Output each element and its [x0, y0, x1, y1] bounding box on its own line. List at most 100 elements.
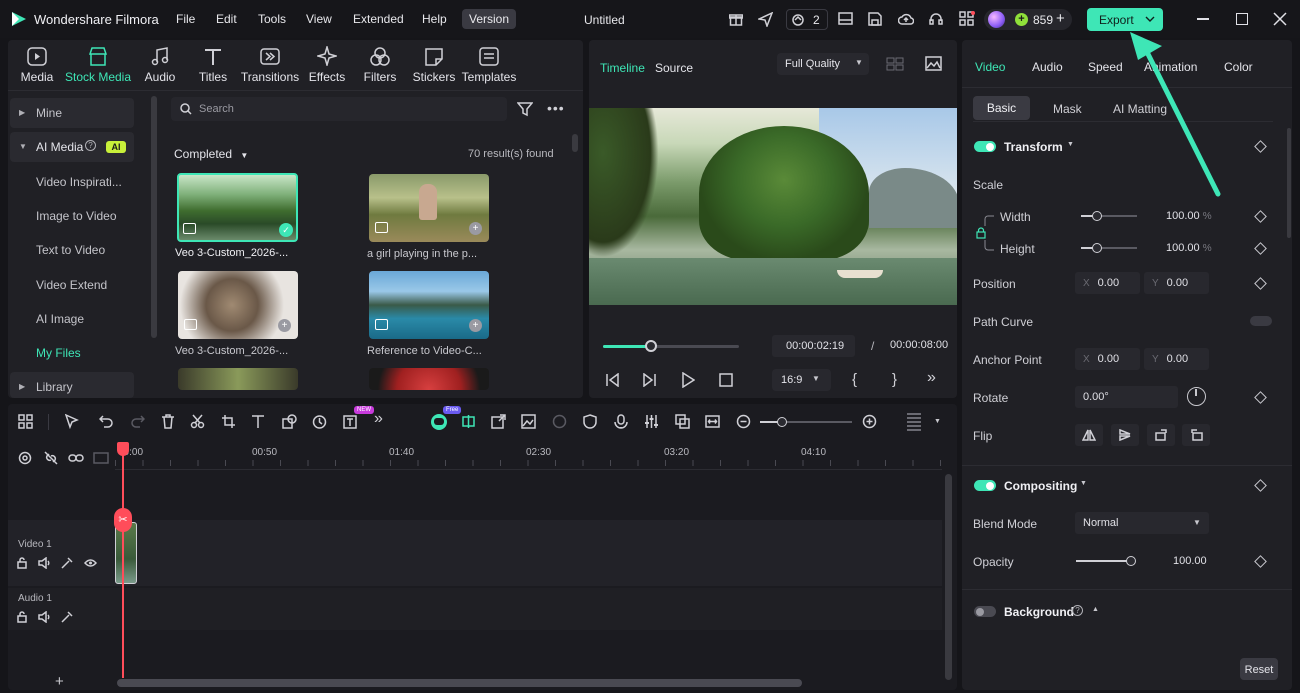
menu-tools[interactable]: Tools: [258, 12, 286, 26]
microphone-icon[interactable]: [614, 414, 628, 429]
next-frame-icon[interactable]: [643, 373, 657, 387]
avatar[interactable]: [988, 11, 1005, 28]
zoom-in-icon[interactable]: [862, 414, 877, 429]
add-icon[interactable]: +: [278, 319, 291, 332]
link-icon[interactable]: [68, 451, 84, 465]
blend-mode-dropdown[interactable]: Normal ▼: [1075, 512, 1209, 534]
height-value[interactable]: 100.00 %: [1166, 242, 1212, 254]
thumb-girl-playing[interactable]: +: [369, 174, 489, 242]
sidebar-item-ai-image[interactable]: AI Image: [10, 304, 134, 334]
stop-icon[interactable]: [719, 373, 733, 387]
timeline-hscrollbar[interactable]: [117, 679, 802, 687]
sidebar-item-video-inspiration[interactable]: Video Inspirati...: [10, 167, 134, 197]
position-y-field[interactable]: Y 0.00: [1144, 272, 1209, 294]
tab-filters[interactable]: Filters: [350, 44, 410, 86]
layout-grid-icon[interactable]: [18, 414, 33, 429]
sidebar-scrollbar[interactable]: [151, 96, 157, 338]
sidebar-item-video-extend[interactable]: Video Extend: [10, 270, 134, 300]
shapes-icon[interactable]: [282, 414, 297, 429]
undo-icon[interactable]: [99, 414, 114, 429]
add-icon[interactable]: +: [469, 222, 482, 235]
subtab-mask[interactable]: Mask: [1053, 102, 1082, 116]
unlink-icon[interactable]: [44, 451, 58, 465]
search-box[interactable]: Search: [171, 97, 507, 121]
select-cursor-icon[interactable]: [65, 414, 80, 429]
sidebar-item-mine[interactable]: ▶ Mine: [10, 98, 134, 128]
headset-icon[interactable]: [929, 12, 943, 26]
flip-horizontal-button[interactable]: [1075, 424, 1103, 446]
results-scrollbar[interactable]: [572, 134, 578, 152]
compositing-toggle[interactable]: [974, 480, 996, 491]
opacity-value[interactable]: 100.00: [1173, 555, 1207, 567]
preview-video-frame[interactable]: [589, 108, 957, 305]
sidebar-item-text-to-video[interactable]: Text to Video: [10, 235, 134, 265]
split-scissors-icon[interactable]: [190, 414, 205, 429]
rotate-left-button[interactable]: [1182, 424, 1210, 446]
ai-text-icon[interactable]: [343, 414, 358, 429]
compositing-section-title[interactable]: Compositing: [1004, 479, 1077, 493]
track-audio-icon[interactable]: [38, 557, 51, 569]
shield-icon[interactable]: [583, 414, 597, 429]
tab-source-preview[interactable]: Source: [655, 61, 693, 75]
chevron-down-icon[interactable]: ▼: [1080, 480, 1087, 487]
more-tools-icon[interactable]: »: [374, 410, 383, 428]
credits-pill[interactable]: + 859 +: [984, 9, 1072, 30]
send-icon[interactable]: [758, 12, 773, 27]
rotate-field[interactable]: 0.00°: [1075, 386, 1178, 408]
height-slider-knob[interactable]: [1092, 243, 1102, 253]
playhead-handle[interactable]: [117, 442, 129, 456]
track-lock-icon[interactable]: [16, 557, 28, 569]
help-circle-icon[interactable]: ?: [1072, 605, 1083, 616]
thumb-jungle-island[interactable]: ✓: [177, 173, 298, 242]
background-section-title[interactable]: Background: [1004, 605, 1074, 619]
speed-timer-icon[interactable]: [312, 414, 327, 429]
more-controls-icon[interactable]: »: [927, 369, 936, 387]
thumb-karst-lake[interactable]: +: [369, 271, 489, 339]
menu-version[interactable]: Version: [462, 9, 517, 29]
tab-titles[interactable]: Titles: [183, 44, 243, 86]
reset-button[interactable]: Reset: [1240, 658, 1278, 680]
quality-dropdown[interactable]: Full Quality ▼: [777, 53, 869, 75]
lock-icon[interactable]: [976, 227, 986, 239]
menu-view[interactable]: View: [306, 12, 332, 26]
tab-templates[interactable]: Templates: [459, 44, 519, 86]
rotate-right-button[interactable]: [1147, 424, 1175, 446]
filter-icon[interactable]: [517, 101, 533, 117]
zoom-out-icon[interactable]: [736, 414, 751, 429]
layout-icon[interactable]: [838, 12, 853, 26]
subtab-basic[interactable]: Basic: [973, 96, 1030, 120]
tab-stickers[interactable]: Stickers: [404, 44, 464, 86]
tab-audio[interactable]: Audio: [130, 44, 190, 86]
playhead-split-scissors-icon[interactable]: ✂: [114, 508, 132, 532]
track-settings-gear-icon[interactable]: [18, 451, 32, 465]
tab-stock-media[interactable]: Stock Media: [62, 44, 134, 86]
aspect-ratio-dropdown[interactable]: 16:9 ▼: [772, 369, 831, 391]
tab-transitions[interactable]: Transitions: [238, 44, 302, 86]
mark-out-icon[interactable]: }: [892, 371, 897, 388]
menu-extended[interactable]: Extended: [353, 12, 404, 26]
width-value[interactable]: 100.00 %: [1166, 210, 1212, 222]
gift-icon[interactable]: [729, 12, 743, 26]
anchor-y-field[interactable]: Y 0.00: [1144, 348, 1209, 370]
track-lock-icon[interactable]: [16, 611, 28, 623]
tab-effects[interactable]: Effects: [297, 44, 357, 86]
help-circle-icon[interactable]: ?: [85, 140, 96, 151]
collab-button[interactable]: 2: [786, 9, 828, 30]
opacity-slider-knob[interactable]: [1126, 556, 1136, 566]
path-curve-toggle[interactable]: [1250, 316, 1272, 326]
add-credits-icon[interactable]: +: [1056, 10, 1065, 27]
transform-section-title[interactable]: Transform: [1004, 140, 1063, 154]
zoom-slider-knob[interactable]: [777, 417, 787, 427]
save-icon[interactable]: [868, 12, 882, 26]
background-toggle[interactable]: [974, 606, 996, 617]
close-button[interactable]: [1273, 12, 1287, 26]
thumb-kitten[interactable]: +: [178, 271, 298, 339]
ai-disabled-icon[interactable]: [552, 414, 567, 429]
audio-mixer-icon[interactable]: [644, 414, 659, 429]
add-track-icon[interactable]: +: [55, 673, 64, 690]
more-options-icon[interactable]: •••: [547, 100, 565, 116]
menu-file[interactable]: File: [176, 12, 195, 26]
timeline-vscrollbar[interactable]: [945, 474, 952, 680]
mark-in-icon[interactable]: {: [852, 371, 857, 388]
menu-edit[interactable]: Edit: [216, 12, 237, 26]
